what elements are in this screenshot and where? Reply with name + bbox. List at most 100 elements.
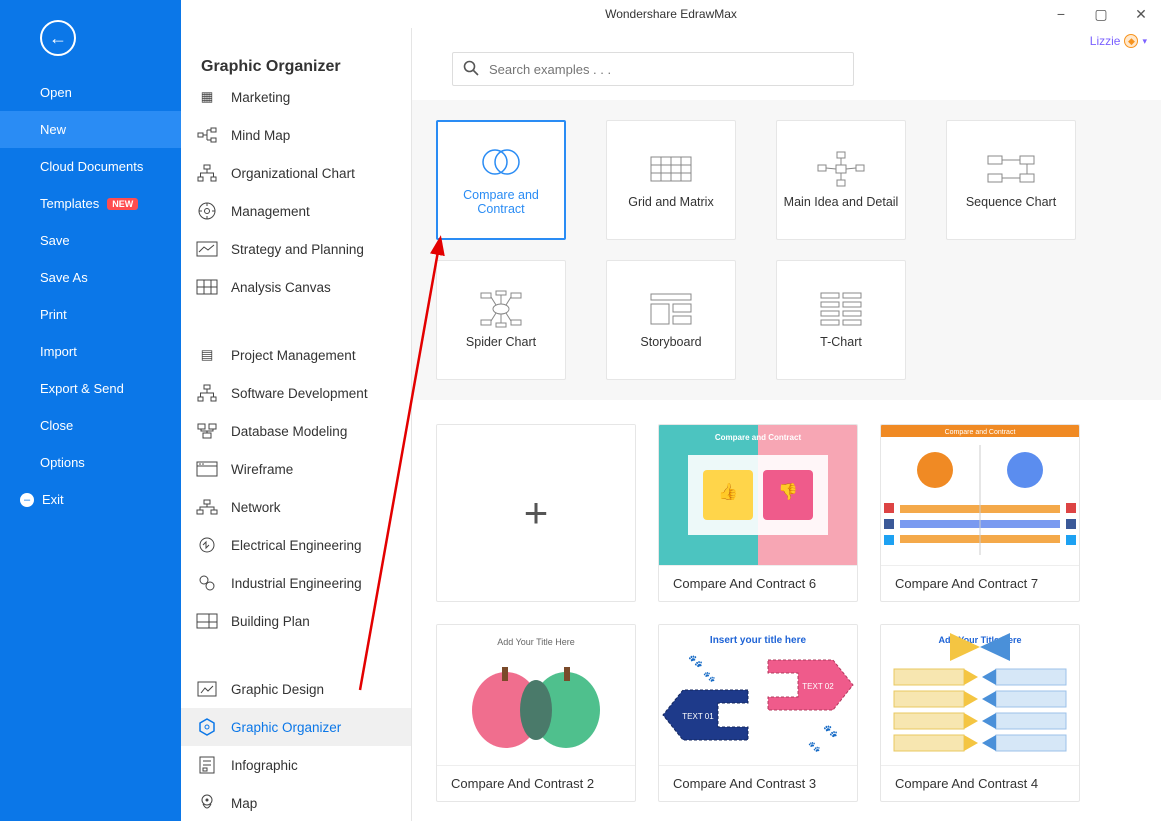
category-icon xyxy=(197,611,217,631)
sidebar-item-label: Cloud Documents xyxy=(40,159,143,174)
category-item[interactable]: ▦Marketing xyxy=(181,86,411,116)
sidebar-item-import[interactable]: Import xyxy=(0,333,181,370)
type-card-storyboard[interactable]: Storyboard xyxy=(606,260,736,380)
user-name: Lizzie xyxy=(1090,34,1121,48)
category-item[interactable]: Analysis Canvas xyxy=(181,268,411,306)
arrow-left-icon: ← xyxy=(49,28,67,49)
category-label: Mind Map xyxy=(231,128,290,143)
category-icon xyxy=(197,459,217,479)
type-card-grid-matrix[interactable]: Grid and Matrix xyxy=(606,120,736,240)
category-item[interactable]: Building Plan xyxy=(181,602,411,640)
type-card-compare-contract[interactable]: Compare and Contract xyxy=(436,120,566,240)
category-label: Project Management xyxy=(231,348,356,363)
sidebar-item-label: Close xyxy=(40,418,73,433)
sidebar-item-export-send[interactable]: Export & Send xyxy=(0,370,181,407)
type-label: Storyboard xyxy=(640,335,701,349)
category-item[interactable]: Graphic Design xyxy=(181,670,411,708)
user-account[interactable]: Lizzie ◆ ▾ xyxy=(1090,34,1147,48)
category-item[interactable]: Infographic xyxy=(181,746,411,784)
sequence-icon xyxy=(987,151,1035,187)
category-item[interactable]: Mind Map xyxy=(181,116,411,154)
template-card[interactable]: Compare and Contract Compare And Contrac… xyxy=(880,424,1080,602)
sidebar-item-label: Import xyxy=(40,344,77,359)
category-item[interactable]: Management xyxy=(181,192,411,230)
category-item[interactable]: Network xyxy=(181,488,411,526)
sidebar-item-cloud-documents[interactable]: Cloud Documents xyxy=(0,148,181,185)
template-card[interactable]: Add Your Title Here xyxy=(880,624,1080,802)
category-label: Map xyxy=(231,796,257,811)
category-icon: ▦ xyxy=(197,87,217,107)
category-label: Network xyxy=(231,500,281,515)
category-item[interactable]: Software Development xyxy=(181,374,411,412)
blank-thumbnail: + xyxy=(437,425,635,600)
template-card[interactable]: Compare and Contract 👍 👎 Compare And Con… xyxy=(658,424,858,602)
type-card-t-chart[interactable]: T-Chart xyxy=(776,260,906,380)
templates-grid[interactable]: + Compare and Contract 👍 👎 xyxy=(412,400,1161,821)
sidebar-item-exit[interactable]: –Exit xyxy=(0,481,181,518)
sidebar-item-print[interactable]: Print xyxy=(0,296,181,333)
category-item[interactable]: Industrial Engineering xyxy=(181,564,411,602)
category-label: Wireframe xyxy=(231,462,293,477)
back-button[interactable]: ← xyxy=(40,20,76,56)
category-label: Database Modeling xyxy=(231,424,347,439)
sidebar-item-open[interactable]: Open xyxy=(0,74,181,111)
type-card-spider-chart[interactable]: Spider Chart xyxy=(436,260,566,380)
type-label: T-Chart xyxy=(820,335,862,349)
file-sidebar: ← Open New Cloud Documents TemplatesNEW … xyxy=(0,0,181,821)
t-chart-icon xyxy=(817,291,865,327)
sidebar-item-label: Export & Send xyxy=(40,381,124,396)
category-item[interactable]: Organizational Chart xyxy=(181,154,411,192)
type-label: Main Idea and Detail xyxy=(784,195,899,209)
category-item[interactable]: Map xyxy=(181,784,411,821)
category-icon: ▤ xyxy=(197,345,217,365)
spider-icon xyxy=(477,291,525,327)
template-label: Compare And Contract 7 xyxy=(881,565,1079,601)
sidebar-item-save[interactable]: Save xyxy=(0,222,181,259)
template-thumbnail: Compare and Contract 👍 👎 xyxy=(659,425,857,565)
type-card-main-idea[interactable]: Main Idea and Detail xyxy=(776,120,906,240)
minimize-button[interactable]: − xyxy=(1041,0,1081,28)
template-card[interactable]: Insert your title here TEXT 02 TEXT 01 🐾… xyxy=(658,624,858,802)
close-button[interactable]: ✕ xyxy=(1121,0,1161,28)
category-label: Software Development xyxy=(231,386,368,401)
sidebar-item-save-as[interactable]: Save As xyxy=(0,259,181,296)
svg-text:Add Your Title Here: Add Your Title Here xyxy=(497,637,575,647)
main-idea-icon xyxy=(817,151,865,187)
hexagon-icon xyxy=(197,717,217,737)
grid-icon xyxy=(647,151,695,187)
category-title: Graphic Organizer xyxy=(181,28,411,86)
svg-text:🐾: 🐾 xyxy=(808,741,820,753)
sidebar-item-close[interactable]: Close xyxy=(0,407,181,444)
maximize-button[interactable]: ▢ xyxy=(1081,0,1121,28)
template-blank[interactable]: + xyxy=(436,424,636,602)
sidebar-item-templates[interactable]: TemplatesNEW xyxy=(0,185,181,222)
search-input[interactable] xyxy=(489,62,843,77)
template-label: Compare And Contrast 2 xyxy=(437,765,635,801)
category-item-graphic-organizer[interactable]: Graphic Organizer xyxy=(181,708,411,746)
category-icon xyxy=(197,277,217,297)
type-card-sequence-chart[interactable]: Sequence Chart xyxy=(946,120,1076,240)
template-card[interactable]: Add Your Title Here Compare And Contrast… xyxy=(436,624,636,802)
sidebar-item-label: Open xyxy=(40,85,72,100)
category-label: Strategy and Planning xyxy=(231,242,364,257)
category-item[interactable]: ▤ Project Management xyxy=(181,336,411,374)
svg-text:🐾: 🐾 xyxy=(823,724,838,738)
category-icon xyxy=(197,383,217,403)
sidebar-item-new[interactable]: New xyxy=(0,111,181,148)
sidebar-item-label: Templates xyxy=(40,196,99,211)
svg-text:TEXT 02: TEXT 02 xyxy=(802,682,834,691)
sidebar-item-options[interactable]: Options xyxy=(0,444,181,481)
category-item[interactable]: Strategy and Planning xyxy=(181,230,411,268)
type-label: Grid and Matrix xyxy=(628,195,713,209)
svg-text:TEXT 01: TEXT 01 xyxy=(682,712,714,721)
category-label: Graphic Design xyxy=(231,682,324,697)
category-list[interactable]: ▦Marketing Mind Map Organizational Chart… xyxy=(181,86,411,821)
category-item[interactable]: Electrical Engineering xyxy=(181,526,411,564)
search-field[interactable] xyxy=(452,52,854,86)
category-item[interactable]: Wireframe xyxy=(181,450,411,488)
sidebar-item-label: Print xyxy=(40,307,67,322)
category-item[interactable]: Database Modeling xyxy=(181,412,411,450)
svg-text:🐾: 🐾 xyxy=(688,654,703,668)
type-label: Compare and Contract xyxy=(444,188,558,216)
venn-icon xyxy=(477,144,525,180)
